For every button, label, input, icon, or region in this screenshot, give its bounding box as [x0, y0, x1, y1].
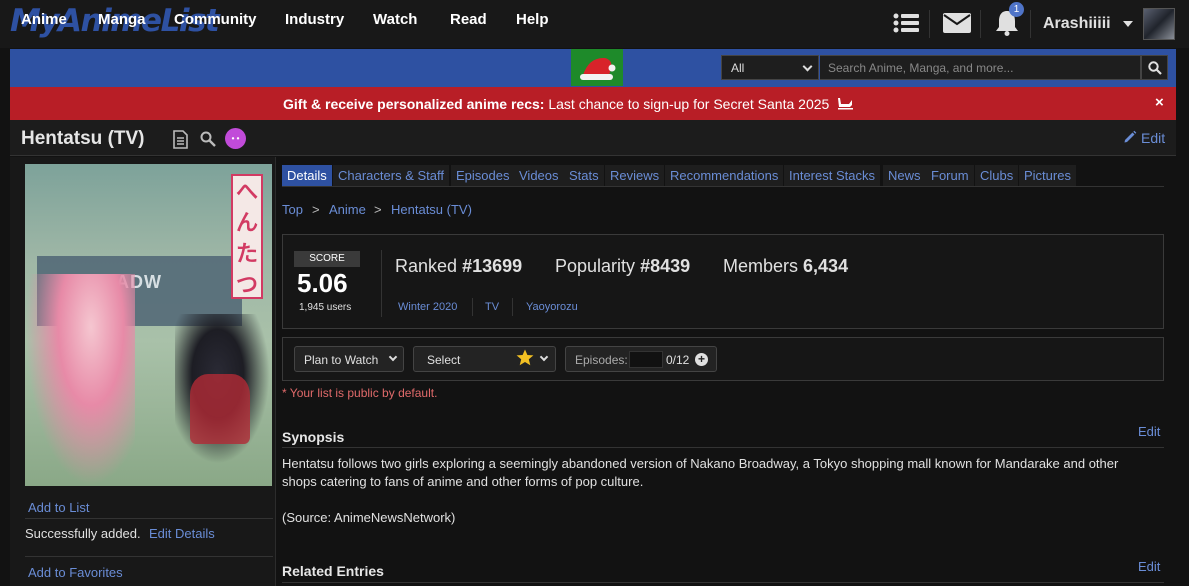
public-list-note: * Your list is public by default.	[282, 386, 438, 400]
user-dropdown-caret-icon[interactable]	[1123, 21, 1133, 27]
tab-episodes[interactable]: Episodes	[451, 165, 515, 186]
document-icon[interactable]	[170, 129, 190, 149]
nav-read[interactable]: Read	[450, 11, 487, 28]
cover-character-pink	[25, 274, 135, 486]
related-entries-heading: Related Entries	[282, 563, 384, 579]
ranked-value: #13699	[462, 256, 523, 276]
popularity-stat[interactable]: Popularity #8439	[555, 256, 690, 277]
tabs-underline	[282, 186, 1164, 187]
added-status-text: Successfully added.	[25, 526, 141, 541]
breadcrumb-anime[interactable]: Anime	[329, 202, 366, 217]
star-icon	[516, 349, 534, 371]
tab-stats[interactable]: Stats	[564, 165, 604, 186]
score-divider	[381, 250, 382, 317]
tab-clubs[interactable]: Clubs	[975, 165, 1019, 186]
tab-news[interactable]: News	[883, 165, 926, 186]
breadcrumb-separator: >	[312, 202, 320, 217]
tab-reviews[interactable]: Reviews	[605, 165, 665, 186]
add-to-favorites-link[interactable]: Add to Favorites	[28, 565, 123, 580]
tab-pictures[interactable]: Pictures	[1019, 165, 1076, 186]
tab-details[interactable]: Details	[282, 165, 332, 186]
santa-hat-icon[interactable]	[571, 49, 623, 86]
ranked-label: Ranked	[395, 256, 458, 276]
edit-title-link[interactable]: Edit	[1141, 130, 1165, 146]
promo-banner-text[interactable]: Gift & receive personalized anime recs: …	[283, 96, 854, 112]
meta-divider	[472, 298, 473, 316]
mail-icon[interactable]	[943, 10, 971, 36]
sidebar-divider	[25, 518, 273, 519]
header-separator	[1030, 10, 1031, 38]
episodes-input[interactable]	[629, 351, 663, 368]
stats-box	[282, 234, 1164, 329]
close-icon[interactable]: ×	[1155, 94, 1164, 111]
tab-forum[interactable]: Forum	[926, 165, 974, 186]
edit-details-link[interactable]: Edit Details	[149, 526, 215, 541]
breadcrumb-top[interactable]: Top	[282, 202, 303, 217]
sidebar-divider	[25, 556, 273, 557]
section-divider	[282, 447, 1164, 448]
search-input[interactable]: Search Anime, Manga, and more...	[820, 55, 1141, 80]
tab-videos[interactable]: Videos	[514, 165, 564, 186]
pencil-icon[interactable]	[1123, 130, 1137, 149]
anime-cover-image[interactable]: BROADW へんたつ	[25, 164, 272, 486]
score-label: SCORE	[294, 251, 360, 267]
header-separator	[980, 10, 981, 38]
season-link[interactable]: Winter 2020	[398, 301, 457, 313]
search-icon[interactable]	[1141, 55, 1168, 80]
score-users: 1,945 users	[299, 302, 352, 313]
synopsis-text: Hentatsu follows two girls exploring a s…	[282, 456, 1119, 489]
members-value: 6,434	[803, 256, 849, 276]
nav-help[interactable]: Help	[516, 11, 549, 28]
popularity-value: #8439	[640, 256, 691, 276]
collection-badge-icon[interactable]: • •	[225, 128, 246, 149]
episodes-count: 0/12	[666, 353, 690, 367]
ranked-stat[interactable]: Ranked #13699	[395, 256, 522, 277]
search-icon[interactable]	[198, 129, 218, 149]
tab-characters-staff[interactable]: Characters & Staff	[333, 165, 449, 186]
nav-manga[interactable]: Manga	[98, 11, 146, 28]
page-title: Hentatsu (TV)	[21, 128, 145, 149]
type-link[interactable]: TV	[485, 301, 499, 313]
members-label: Members	[723, 256, 799, 276]
notification-count-badge: 1	[1009, 2, 1024, 17]
increment-episode-button[interactable]: +	[695, 353, 708, 366]
tab-recommendations[interactable]: Recommendations	[665, 165, 784, 186]
edit-synopsis-link[interactable]: Edit	[1138, 424, 1160, 439]
username[interactable]: Arashiiiii	[1043, 15, 1111, 33]
nav-community[interactable]: Community	[174, 11, 257, 28]
nav-industry[interactable]: Industry	[285, 11, 344, 28]
edit-related-link[interactable]: Edit	[1138, 559, 1160, 574]
nav-watch[interactable]: Watch	[373, 11, 417, 28]
breadcrumb-current[interactable]: Hentatsu (TV)	[391, 202, 472, 217]
score-select[interactable]: Select	[413, 346, 556, 372]
studio-link[interactable]: Yaoyorozu	[526, 301, 578, 313]
tab-interest-stacks[interactable]: Interest Stacks	[784, 165, 880, 186]
add-to-list-link[interactable]: Add to List	[28, 500, 89, 515]
promo-banner-bold: Gift & receive personalized anime recs:	[283, 96, 545, 112]
meta-divider	[512, 298, 513, 316]
avatar[interactable]	[1143, 8, 1175, 40]
list-menu-icon[interactable]	[892, 10, 920, 36]
cover-character-dress	[190, 374, 250, 444]
breadcrumb-separator: >	[374, 202, 382, 217]
sleigh-icon	[838, 98, 854, 110]
header-separator	[929, 10, 930, 38]
nav-anime[interactable]: Anime	[21, 11, 67, 28]
synopsis-heading: Synopsis	[282, 429, 345, 445]
synopsis-source: (Source: AnimeNewsNetwork)	[282, 510, 456, 525]
score-value: 5.06	[297, 268, 348, 298]
members-stat: Members 6,434	[723, 256, 848, 277]
cover-vertical-title: へんたつ	[231, 174, 263, 299]
popularity-label: Popularity	[555, 256, 636, 276]
watch-status-select[interactable]: Plan to Watch	[294, 346, 404, 372]
section-divider	[282, 582, 1164, 583]
promo-banner-message: Last chance to sign-up for Secret Santa …	[544, 96, 830, 112]
